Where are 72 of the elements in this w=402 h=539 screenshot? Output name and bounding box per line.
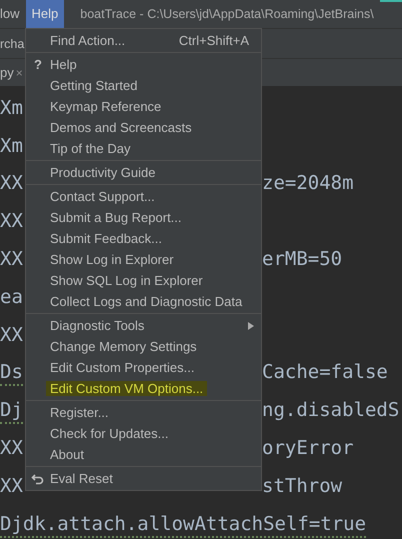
menu-bar-item[interactable]: Help	[26, 0, 64, 28]
code-text: Ds	[0, 360, 23, 386]
menu-item-label: Contact Support...	[50, 189, 155, 204]
code-text: oryError	[262, 436, 354, 462]
menu-item-label: Check for Updates...	[50, 426, 168, 441]
accent-bar	[380, 0, 402, 2]
menu-item-label: Getting Started	[50, 78, 138, 93]
menu-item-label: Show Log in Explorer	[50, 252, 174, 267]
menu-bar-item[interactable]: low	[0, 0, 26, 28]
menu-item[interactable]: Keymap Reference	[26, 96, 261, 117]
menu-item-label: About	[50, 447, 84, 462]
code-text: XX	[0, 474, 23, 499]
code-text: ng.disabledS	[262, 398, 400, 424]
menu-item[interactable]: Contact Support...	[26, 186, 261, 207]
code-text: Xm	[0, 96, 23, 121]
menu-item[interactable]: Register...	[26, 402, 261, 423]
menu-item[interactable]: Diagnostic Tools	[26, 315, 261, 336]
menu-item[interactable]: Check for Updates...	[26, 423, 261, 444]
code-text: XX	[0, 209, 23, 234]
menu-item[interactable]: Show SQL Log in Explorer	[26, 270, 261, 291]
menu-item-label: Register...	[50, 405, 109, 420]
menu-item[interactable]: Demos and Screencasts	[26, 117, 261, 138]
menu-item-label: Edit Custom Properties...	[50, 360, 194, 375]
menu-item-label: Show SQL Log in Explorer	[50, 273, 203, 288]
menu-item-label: Demos and Screencasts	[50, 120, 192, 135]
code-text: XX	[0, 171, 23, 196]
window-title: boatTrace - C:\Users\jd\AppData\Roaming\JetBrains\	[80, 7, 374, 21]
menu-item[interactable]: Tip of the Day	[26, 138, 261, 159]
submenu-arrow-icon	[248, 322, 254, 330]
code-text: ea	[0, 284, 23, 310]
code-text: Cache=false	[262, 360, 388, 386]
menu-item-label: Eval Reset	[50, 471, 113, 486]
code-text: Dj	[0, 398, 23, 424]
menu-item[interactable]: About	[26, 444, 261, 465]
code-text: erMB=50	[262, 247, 342, 272]
code-text: Xm	[0, 134, 23, 159]
help-icon: ?	[34, 57, 42, 72]
menu-item-label: Find Action...	[50, 33, 126, 48]
menu-item-label: Collect Logs and Diagnostic Data	[50, 294, 242, 309]
menu-item[interactable]: Edit Custom Properties...	[26, 357, 261, 378]
menu-item-label: Diagnostic Tools	[50, 318, 144, 333]
menu-item-label: Change Memory Settings	[50, 339, 197, 354]
tab-label: py	[0, 65, 14, 80]
code-text: XX	[0, 436, 23, 462]
menu-item[interactable]: Productivity Guide	[26, 162, 261, 183]
undo-icon	[31, 472, 45, 486]
menu-item-label: Edit Custom VM Options...	[46, 381, 208, 396]
menu-item-label: Submit a Bug Report...	[50, 210, 182, 225]
shortcut-text: Ctrl+Shift+A	[178, 33, 249, 48]
menu-item[interactable]: Getting Started	[26, 75, 261, 96]
menu-item[interactable]: Show Log in Explorer	[26, 249, 261, 270]
toolbar-label: rcha	[0, 36, 24, 50]
menu-item[interactable]: Find Action... Ctrl+Shift+A	[26, 30, 261, 51]
code-text: ze=2048m	[262, 171, 354, 196]
menu-item-label: Productivity Guide	[50, 165, 156, 180]
menu-item[interactable]: ? Help	[26, 54, 261, 75]
menu-item-label: Submit Feedback...	[50, 231, 162, 246]
code-text: XX	[0, 322, 23, 348]
menu-item[interactable]: Submit Feedback...	[26, 228, 261, 249]
menu-item[interactable]: Edit Custom VM Options...	[26, 378, 261, 399]
menu-item-label: Help	[50, 57, 77, 72]
code-text: Djdk.attach.allowAttachSelf=true	[0, 512, 366, 538]
menu-item-label: Keymap Reference	[50, 99, 162, 114]
menu-item[interactable]: Change Memory Settings	[26, 336, 261, 357]
code-text: XX	[0, 247, 23, 272]
code-text: stThrow	[262, 474, 342, 499]
editor-tab[interactable]: py×	[0, 59, 27, 86]
menu-item[interactable]: Collect Logs and Diagnostic Data	[26, 291, 261, 312]
menu-item[interactable]: Eval Reset	[26, 468, 261, 489]
menu-item-label: Tip of the Day	[50, 141, 130, 156]
menu-item[interactable]: Submit a Bug Report...	[26, 207, 261, 228]
close-icon[interactable]: ×	[16, 66, 23, 80]
